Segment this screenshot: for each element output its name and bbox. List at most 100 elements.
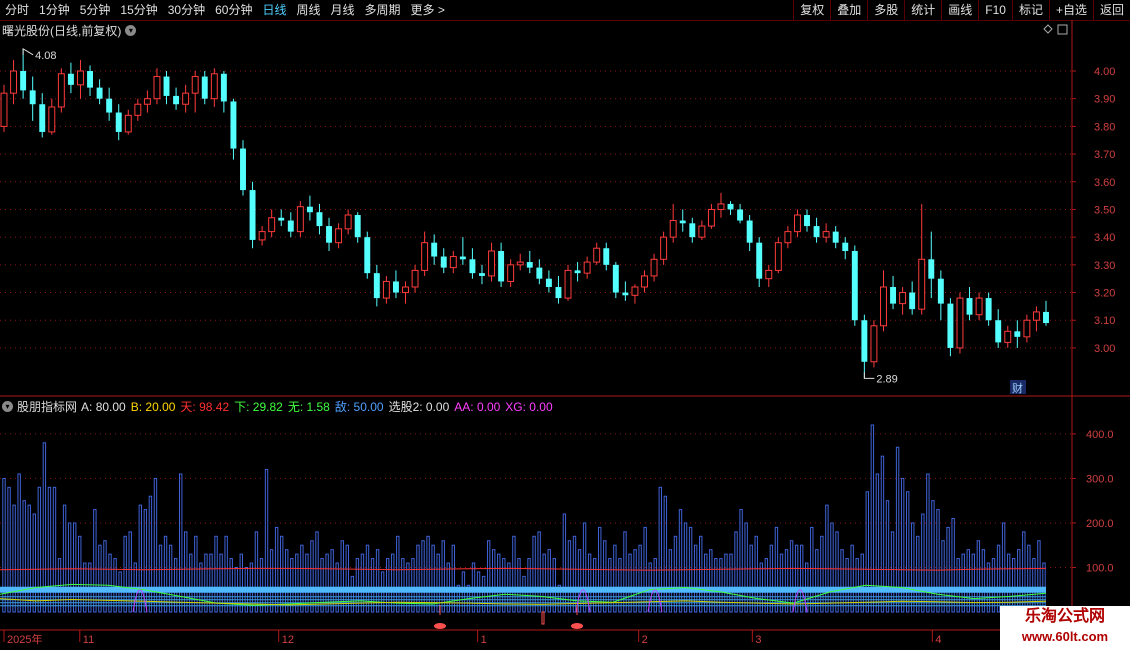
price-axis-label: 3.40 — [1094, 232, 1115, 244]
candle-body — [861, 320, 868, 362]
period-tab-10[interactable]: 更多 > — [406, 0, 450, 20]
candle-body — [698, 225, 706, 238]
candle-body — [249, 190, 256, 240]
candle — [1004, 325, 1012, 348]
candle — [909, 281, 916, 315]
candle-body — [87, 71, 94, 88]
candle — [975, 292, 983, 321]
candle-body — [354, 215, 361, 238]
candle — [258, 226, 266, 246]
toolbar-button-2[interactable]: 多股 — [867, 0, 904, 20]
period-tab-4[interactable]: 30分钟 — [163, 0, 210, 20]
indicator-bar — [931, 500, 935, 613]
candle — [306, 195, 313, 221]
toolbar-button-3[interactable]: 统计 — [904, 0, 941, 20]
candle-body — [813, 226, 820, 238]
candle — [507, 259, 515, 287]
candle-body — [832, 231, 839, 243]
indicator-bar — [1032, 558, 1036, 613]
chart-canvas[interactable]: 4.00 3.90 3.80 3.70 3.60 3.50 3.40 3.30 3.20 3.10… — [0, 20, 1130, 650]
candle — [985, 292, 992, 326]
indicator-bar — [769, 544, 774, 613]
candle — [96, 79, 103, 105]
candle-body — [631, 286, 639, 296]
period-tab-1[interactable]: 1分钟 — [34, 0, 75, 20]
indicator-bar — [345, 544, 350, 613]
diamond-icon — [1043, 24, 1053, 34]
candle-body — [296, 206, 304, 233]
candle-body — [201, 76, 208, 99]
candle-body — [440, 256, 447, 268]
indicator-bar — [300, 544, 304, 613]
toolbar-button-7[interactable]: +自选 — [1048, 0, 1093, 20]
candle-body — [507, 264, 515, 282]
candle — [373, 264, 380, 307]
period-tab-3[interactable]: 15分钟 — [115, 0, 162, 20]
toolbar-button-1[interactable]: 叠加 — [830, 0, 867, 20]
watermark: 乐淘公式网 www.60lt.com — [1000, 606, 1130, 650]
candle-body — [20, 71, 27, 91]
period-tab-8[interactable]: 月线 — [326, 0, 360, 20]
candle — [440, 248, 447, 274]
period-tab-0[interactable]: 分时 — [0, 0, 34, 20]
period-tabs: 分时 1分钟 5分钟 15分钟 30分钟 60分钟 日线 周线 月线 多周期 更多 > — [0, 0, 450, 20]
candle-body — [220, 73, 227, 102]
indicator-bar — [148, 495, 153, 613]
candle-body — [622, 292, 629, 296]
candle — [660, 231, 668, 265]
indicator-axis-label: 300.0 — [1086, 473, 1114, 485]
toolbar-button-6[interactable]: 标记 — [1011, 0, 1049, 20]
candle-body — [258, 231, 266, 241]
period-tab-2[interactable]: 5分钟 — [75, 0, 116, 20]
candle — [765, 264, 773, 287]
candle-body — [240, 148, 246, 191]
finance-badge: 财 — [1010, 380, 1026, 395]
candle — [0, 84, 8, 132]
indicator-bar — [163, 535, 168, 613]
period-tab-7[interactable]: 周线 — [291, 0, 325, 20]
indicator-bar — [885, 500, 890, 613]
candle — [449, 251, 457, 274]
period-tab-6[interactable]: 日线 — [257, 0, 291, 20]
indicator-bar — [916, 535, 920, 613]
candle — [87, 65, 94, 96]
toolbar-button-5[interactable]: F10 — [978, 0, 1012, 20]
watermark-url: www.60lt.com — [1021, 629, 1109, 644]
indicator-bar — [481, 575, 486, 613]
date-axis-label: 4 — [935, 634, 941, 646]
indicator-bar — [764, 558, 769, 613]
toolbar-button-0[interactable]: 复权 — [793, 0, 830, 20]
candle — [220, 71, 227, 113]
date-axis-label: 2 — [642, 634, 648, 646]
indicator-bar — [370, 558, 375, 613]
period-tab-5[interactable]: 60分钟 — [210, 0, 257, 20]
indicator-bar — [653, 558, 657, 613]
indicator-axis-label: 400.0 — [1086, 429, 1114, 441]
candle — [698, 220, 706, 240]
window-toggle-icon — [1057, 24, 1068, 35]
candle — [20, 48, 27, 99]
price-axis-label: 3.00 — [1094, 343, 1115, 355]
candle — [421, 231, 429, 276]
high-marker-label: 4.08 — [35, 50, 56, 62]
indicator-bar — [542, 553, 546, 613]
candle-body — [230, 101, 237, 149]
candle-body — [469, 259, 476, 274]
candle — [498, 242, 505, 287]
candle-body — [985, 298, 992, 321]
candle — [335, 223, 343, 249]
period-tab-9[interactable]: 多周期 — [360, 0, 406, 20]
candle-body — [77, 70, 84, 86]
toolbar-button-4[interactable]: 画线 — [941, 0, 978, 20]
candle-body — [707, 208, 715, 227]
candle-body — [143, 98, 151, 105]
toolbar-button-8[interactable]: 返回 — [1092, 0, 1130, 20]
candle-body — [928, 259, 935, 279]
candle — [918, 203, 926, 315]
candle-body — [717, 203, 725, 210]
indicator-bar — [113, 558, 117, 613]
candle-body — [411, 269, 419, 288]
indicator-bar — [592, 558, 597, 613]
candle — [278, 209, 285, 227]
indicator-bar — [532, 535, 536, 613]
